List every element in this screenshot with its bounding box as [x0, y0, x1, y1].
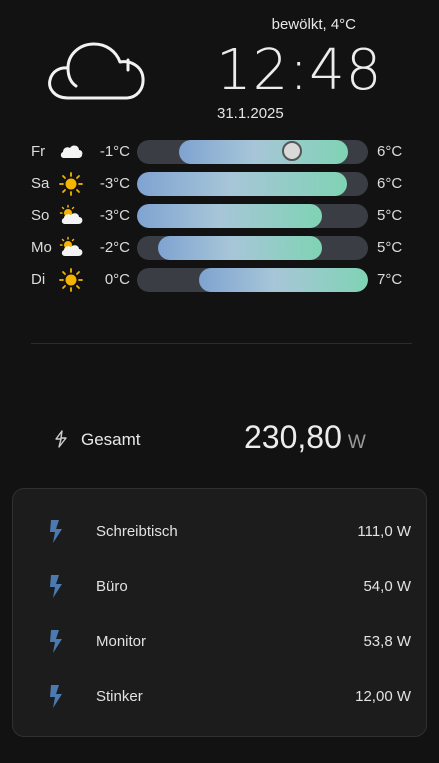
current-temp-marker [282, 141, 302, 161]
device-name: Monitor [96, 633, 147, 650]
device-power-value: 12,00 W [355, 688, 411, 705]
temp-range-fill [179, 140, 348, 164]
device-row[interactable]: Stinker 12,00 W [13, 682, 428, 712]
device-row[interactable]: Büro 54,0 W [13, 572, 428, 602]
forecast-row: So -3°C 5°C [0, 204, 439, 228]
cloud-icon [58, 140, 84, 164]
flash-icon [50, 630, 62, 653]
forecast-min-temp: -3°C [99, 207, 130, 224]
forecast-max-temp: 7°C [377, 271, 403, 288]
device-power-value: 54,0 W [363, 578, 411, 595]
cloudy-icon [48, 42, 145, 100]
partly-cloudy-icon [58, 236, 84, 260]
forecast-row: Fr -1°C 6°C [0, 140, 439, 164]
temp-range-bar [137, 140, 368, 164]
forecast-max-temp: 6°C [377, 143, 403, 160]
device-row[interactable]: Schreibtisch 111,0 W [13, 517, 428, 547]
device-name: Schreibtisch [96, 523, 178, 540]
temp-range-bar [137, 172, 368, 196]
forecast-max-temp: 5°C [377, 239, 403, 256]
forecast-day: Fr [31, 143, 46, 160]
forecast-day: So [31, 207, 50, 224]
temp-range-bar [137, 236, 368, 260]
forecast-min-temp: 0°C [104, 271, 130, 288]
power-devices-card: Schreibtisch 111,0 W Büro 54,0 W Monitor 53,8… [12, 488, 427, 737]
forecast-row: Sa -3°C 6°C [0, 172, 439, 196]
partly-cloudy-icon [58, 204, 84, 228]
device-row[interactable]: Monitor 53,8 W [13, 627, 428, 657]
total-value-unit: W [347, 432, 366, 453]
total-label: Gesamt [81, 430, 141, 449]
total-value-number: 230,80 [244, 419, 342, 455]
total-power-value: 230,80 W [244, 419, 366, 456]
flash-icon [50, 685, 62, 708]
forecast-day: Mo [31, 239, 52, 256]
sun-icon [58, 268, 84, 292]
forecast-max-temp: 5°C [377, 207, 403, 224]
sun-icon [58, 172, 84, 196]
device-power-value: 53,8 W [363, 633, 411, 650]
temp-range-fill [137, 204, 322, 228]
forecast-row: Mo -2°C 5°C [0, 236, 439, 260]
weather-condition: bewölkt, 4°C [271, 16, 356, 33]
temp-range-fill [199, 268, 368, 292]
forecast-max-temp: 6°C [377, 175, 403, 192]
temp-range-fill [158, 236, 322, 260]
temp-range-fill [137, 172, 347, 196]
forecast-min-temp: -2°C [99, 239, 130, 256]
temp-range-bar [137, 268, 368, 292]
forecast-row: Di 0°C 7°C [0, 268, 439, 292]
forecast-day: Di [31, 271, 46, 288]
clock-date: 31.1.2025 [217, 105, 284, 122]
power-outline-icon [55, 430, 67, 448]
forecast-min-temp: -1°C [99, 143, 130, 160]
temp-range-bar [137, 204, 368, 228]
flash-icon [50, 575, 62, 598]
device-name: Stinker [96, 688, 143, 705]
device-power-value: 111,0 W [357, 523, 411, 540]
forecast-min-temp: -3°C [99, 175, 130, 192]
forecast-day: Sa [31, 175, 50, 192]
flash-icon [50, 520, 62, 543]
device-name: Büro [96, 578, 128, 595]
divider [31, 343, 412, 344]
clock-time: 12:48 [216, 38, 383, 103]
